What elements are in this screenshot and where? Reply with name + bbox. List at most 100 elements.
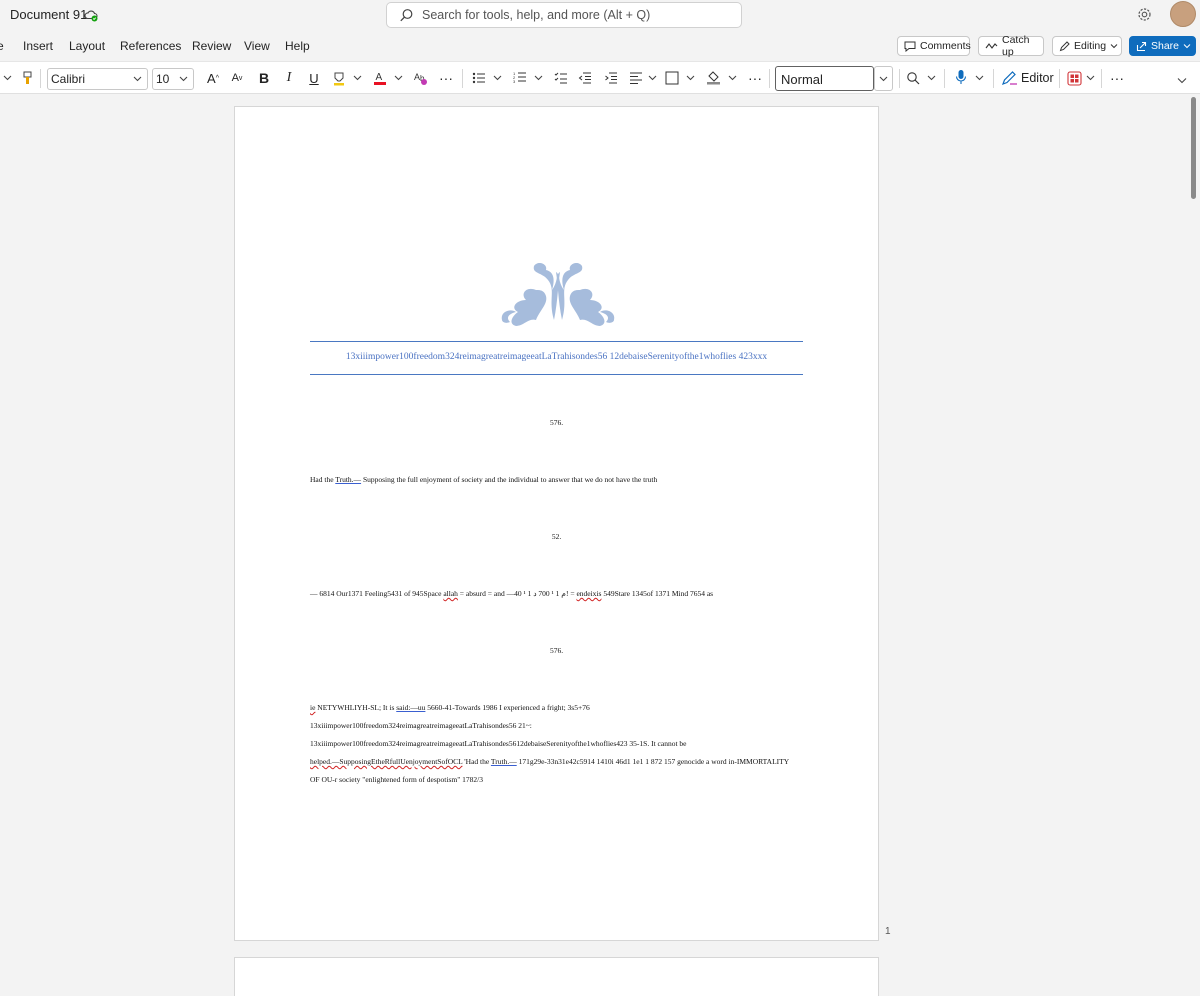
chevron-down-icon[interactable] bbox=[648, 75, 657, 81]
ribbon-divider bbox=[769, 69, 770, 88]
increase-font-size-icon[interactable]: A ^ bbox=[204, 68, 222, 88]
editing-mode-button[interactable]: Editing bbox=[1052, 36, 1122, 56]
collapse-ribbon-icon[interactable] bbox=[1177, 77, 1187, 84]
chevron-down-icon[interactable] bbox=[728, 75, 737, 81]
paragraph: — 6814 Our1371 Feeling5431 of 945Space a… bbox=[310, 589, 713, 598]
font-name-value: Calibri bbox=[51, 72, 86, 86]
paragraph: Had the Truth.— Supposing the full enjoy… bbox=[310, 475, 657, 484]
add-ins-icon[interactable] bbox=[1067, 71, 1082, 86]
chevron-down-icon bbox=[1110, 44, 1118, 49]
increase-indent-icon[interactable] bbox=[604, 72, 618, 84]
ribbon-divider bbox=[944, 69, 945, 88]
borders-icon[interactable] bbox=[665, 71, 679, 85]
paragraph: OF OU-r society "enlightened form of des… bbox=[310, 775, 483, 784]
clear-formatting-icon[interactable]: Ab bbox=[413, 70, 429, 86]
catch-up-label: Catch up bbox=[1002, 34, 1030, 58]
font-size-dropdown[interactable]: 10 bbox=[152, 68, 194, 90]
ribbon-divider bbox=[993, 69, 994, 88]
text-run: 5660-41-Towards 1986 I experienced a fri… bbox=[425, 703, 590, 712]
header-top-rule bbox=[310, 341, 803, 342]
chevron-down-icon[interactable] bbox=[975, 75, 984, 81]
page-number: 1 bbox=[885, 926, 891, 937]
align-icon[interactable] bbox=[629, 72, 643, 84]
chevron-down-icon bbox=[879, 76, 888, 82]
search-placeholder: Search for tools, help, and more (Alt + … bbox=[422, 8, 651, 22]
document-page[interactable] bbox=[234, 957, 879, 996]
header-bottom-rule bbox=[310, 374, 803, 375]
text-run: Had the bbox=[310, 475, 336, 484]
editor-label[interactable]: Editor bbox=[1021, 71, 1054, 85]
text-run: endeixis bbox=[576, 589, 602, 598]
tab-review[interactable]: Review bbox=[192, 39, 231, 53]
paragraph-number: 576. bbox=[549, 418, 564, 427]
search-icon bbox=[400, 9, 413, 22]
tab-layout[interactable]: Layout bbox=[69, 39, 105, 53]
tab-references[interactable]: References bbox=[120, 39, 181, 53]
share-icon bbox=[1136, 41, 1147, 51]
paragraph: 13xiiimpower100freedom324reimagreatreima… bbox=[310, 739, 687, 748]
chevron-down-icon[interactable] bbox=[493, 75, 502, 81]
more-options-icon[interactable]: ··· bbox=[1108, 68, 1126, 88]
share-button[interactable]: Share bbox=[1129, 36, 1196, 56]
shading-icon[interactable] bbox=[706, 70, 721, 85]
share-label: Share bbox=[1151, 40, 1180, 52]
cloud-saved-icon[interactable] bbox=[84, 8, 98, 22]
decrease-font-size-icon[interactable]: Av bbox=[228, 68, 246, 88]
tab-home[interactable]: e bbox=[0, 39, 4, 53]
vertical-scrollbar[interactable] bbox=[1191, 97, 1196, 199]
highlighter-icon[interactable] bbox=[332, 71, 346, 86]
ribbon-toolbar: Calibri 10 A ^ Av B I U A Ab ··· 123 ··· … bbox=[0, 61, 1200, 94]
bold-icon[interactable]: B bbox=[256, 68, 272, 88]
text-run: Supposing the full enjoyment of society … bbox=[361, 475, 658, 484]
text-run: allah bbox=[443, 589, 458, 598]
catch-up-icon bbox=[985, 43, 998, 49]
document-page[interactable] bbox=[234, 106, 879, 941]
underline-icon[interactable]: U bbox=[306, 68, 322, 88]
font-name-dropdown[interactable]: Calibri bbox=[47, 68, 148, 90]
checklist-icon[interactable] bbox=[554, 72, 568, 84]
chevron-down-icon[interactable] bbox=[1086, 75, 1095, 81]
paragraph: helped.—SupposingEtheRfullUenjoymentSofO… bbox=[310, 757, 789, 766]
svg-text:3: 3 bbox=[513, 79, 516, 84]
decrease-indent-icon[interactable] bbox=[578, 72, 592, 84]
find-icon[interactable] bbox=[906, 71, 920, 85]
comment-icon bbox=[904, 41, 916, 52]
text-run: — 6814 Our1371 Feeling5431 of 945Space bbox=[310, 589, 444, 598]
tab-view[interactable]: View bbox=[244, 39, 270, 53]
paragraph: ie NETYWHLIYH-SL; It is said:—uu 5660-41… bbox=[310, 703, 590, 712]
editing-label: Editing bbox=[1074, 40, 1107, 52]
ribbon-divider bbox=[899, 69, 900, 88]
user-avatar[interactable] bbox=[1170, 1, 1196, 27]
chevron-down-icon[interactable] bbox=[3, 75, 12, 81]
chevron-down-icon[interactable] bbox=[353, 75, 362, 81]
tab-insert[interactable]: Insert bbox=[23, 39, 53, 53]
tab-help[interactable]: Help bbox=[285, 39, 310, 53]
font-color-icon[interactable]: A bbox=[373, 70, 387, 86]
dictate-microphone-icon[interactable] bbox=[955, 69, 967, 86]
comments-button[interactable]: Comments bbox=[897, 36, 971, 56]
text-run: 549Stare 1345of 1371 Mind 7654 as bbox=[601, 589, 714, 598]
text-run: 171g29e-33n31e42c5914 1410i 46d1 1e1 1 8… bbox=[516, 757, 790, 766]
chevron-down-icon[interactable] bbox=[686, 75, 695, 81]
chevron-down-icon[interactable] bbox=[394, 75, 403, 81]
text-run: Truth.— bbox=[335, 475, 362, 484]
style-dropdown-button[interactable] bbox=[874, 66, 893, 91]
chevron-down-icon[interactable] bbox=[534, 75, 543, 81]
comments-label: Comments bbox=[920, 40, 971, 52]
settings-gear-icon[interactable] bbox=[1136, 6, 1153, 23]
text-run: said:—uu bbox=[396, 703, 426, 712]
style-gallery-dropdown[interactable]: Normal bbox=[775, 66, 874, 91]
italic-icon[interactable]: I bbox=[281, 68, 297, 88]
format-painter-icon[interactable] bbox=[22, 71, 33, 85]
font-size-value: 10 bbox=[156, 72, 170, 86]
numbered-list-icon[interactable]: 123 bbox=[513, 71, 527, 84]
search-box[interactable]: Search for tools, help, and more (Alt + … bbox=[386, 2, 742, 28]
bullet-list-icon[interactable] bbox=[472, 72, 486, 84]
catch-up-button[interactable]: Catch up bbox=[978, 34, 1044, 58]
editor-pen-icon[interactable] bbox=[1001, 70, 1018, 86]
style-name-value: Normal bbox=[781, 72, 823, 87]
chevron-down-icon[interactable] bbox=[927, 75, 936, 81]
more-paragraph-options-icon[interactable]: ··· bbox=[746, 68, 764, 88]
document-title[interactable]: Document 91 bbox=[10, 7, 87, 22]
more-font-options-icon[interactable]: ··· bbox=[437, 68, 455, 88]
